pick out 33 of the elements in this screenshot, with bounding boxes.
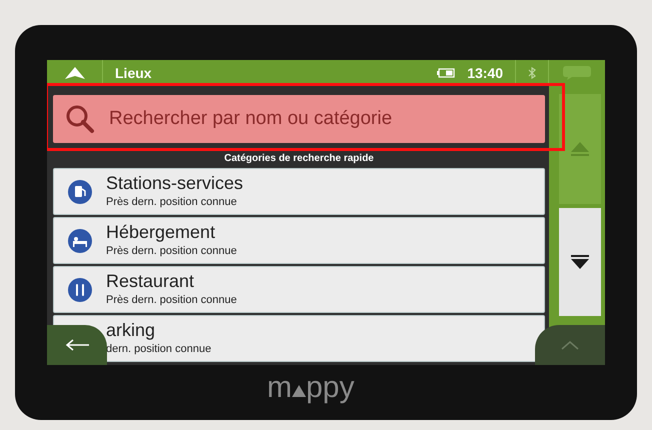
triangle-up-icon [571,142,589,156]
category-item[interactable]: Stations-services Près dern. position connue [53,168,545,215]
battery-icon [437,68,456,78]
category-subtitle: dern. position connue [106,342,212,358]
scroll-down-button[interactable] [559,208,601,316]
category-subtitle: Près dern. position connue [106,293,237,308]
category-subtitle: Près dern. position connue [106,244,237,260]
search-icon [65,104,95,134]
category-item[interactable]: Hébergement Près dern. position connue [53,217,545,264]
back-button[interactable] [47,325,107,365]
category-subtitle: Près dern. position connue [106,195,238,210]
fuel-pump-icon [68,180,92,204]
section-header: Catégories de recherche rapide [223,152,375,166]
search-placeholder: Rechercher par nom ou catégorie [109,106,392,131]
chevron-up-icon [561,340,579,350]
logo-text: ppy [306,371,354,405]
category-item[interactable]: arking dern. position connue [53,315,545,362]
category-name: Stations-services [106,172,244,194]
logo-triangle-icon [292,385,306,397]
triangle-down-icon [571,255,589,269]
bed-icon [68,228,92,252]
search-field[interactable]: Rechercher par nom ou catégorie [53,95,545,143]
navigation-arrow-icon [64,67,84,79]
logo-text: m [267,371,292,405]
back-arrow-icon [65,339,89,351]
clock-time: 13:40 [467,64,503,82]
screen-title: Lieux [115,64,153,82]
category-item[interactable]: Restaurant Près dern. position connue [53,266,545,313]
category-name: arking [106,319,156,342]
expand-button[interactable] [535,325,605,365]
category-name: Hébergement [106,221,216,244]
category-name: Restaurant [106,270,196,292]
bluetooth-icon [528,67,536,79]
